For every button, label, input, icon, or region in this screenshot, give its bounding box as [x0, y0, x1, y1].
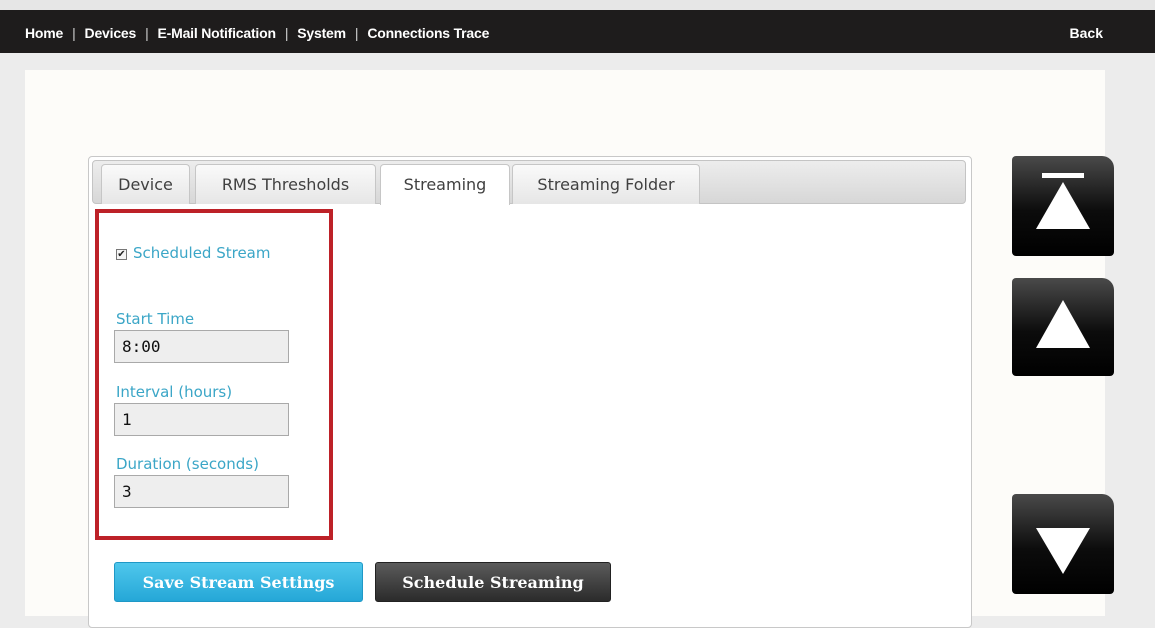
- scroll-to-top-icon: [1036, 173, 1090, 229]
- tab-streaming-folder[interactable]: Streaming Folder: [512, 164, 700, 204]
- nav-separator: |: [284, 25, 289, 41]
- scheduled-stream-label[interactable]: Scheduled Stream: [133, 244, 271, 262]
- nav-devices[interactable]: Devices: [85, 25, 137, 41]
- tab-rms-thresholds[interactable]: RMS Thresholds: [195, 164, 376, 204]
- main-nav: Home | Devices | E-Mail Notification | System |…: [25, 25, 489, 41]
- start-time-input[interactable]: 8:00: [114, 330, 289, 363]
- top-edge: [0, 0, 1155, 10]
- back-link[interactable]: Back: [1070, 25, 1103, 41]
- nav-email-notification[interactable]: E-Mail Notification: [158, 25, 277, 41]
- nav-separator: |: [145, 25, 149, 41]
- duration-label: Duration (seconds): [116, 455, 259, 473]
- save-stream-settings-button[interactable]: Save Stream Settings: [114, 562, 363, 602]
- top-nav-bar: Home | Devices | E-Mail Notification | System |…: [0, 0, 1155, 53]
- interval-input[interactable]: 1: [114, 403, 289, 436]
- nav-separator: |: [354, 25, 359, 41]
- nav-system[interactable]: System: [297, 25, 346, 41]
- tab-streaming[interactable]: Streaming: [380, 164, 510, 205]
- interval-label: Interval (hours): [116, 383, 233, 401]
- tab-device[interactable]: Device: [101, 164, 190, 204]
- nav-home[interactable]: Home: [25, 25, 63, 41]
- scroll-down-icon: [1036, 528, 1090, 574]
- duration-input[interactable]: 3: [114, 475, 289, 508]
- nav-connections-trace[interactable]: Connections Trace: [367, 25, 489, 41]
- scroll-to-top-button[interactable]: [1012, 156, 1114, 256]
- scroll-up-button[interactable]: [1012, 278, 1114, 376]
- start-time-label: Start Time: [116, 310, 195, 328]
- scroll-down-button[interactable]: [1012, 494, 1114, 594]
- scheduled-stream-checkbox[interactable]: ✔: [116, 249, 127, 260]
- nav-separator: |: [72, 25, 76, 41]
- scroll-up-icon: [1036, 300, 1090, 348]
- schedule-streaming-button[interactable]: Schedule Streaming: [375, 562, 611, 602]
